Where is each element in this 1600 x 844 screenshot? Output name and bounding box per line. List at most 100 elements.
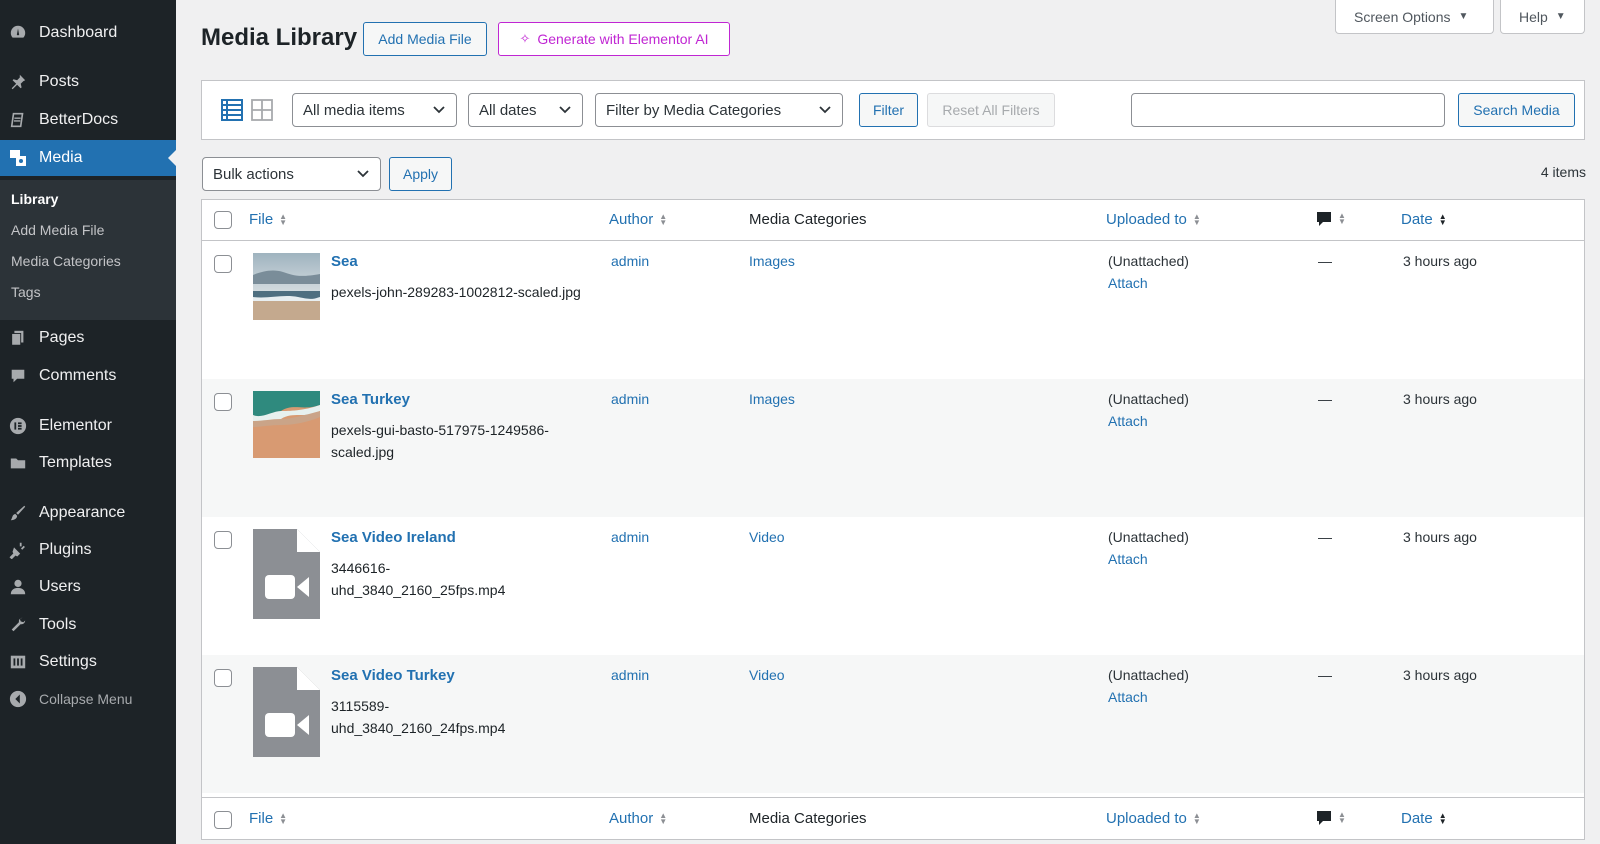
bulk-actions-select[interactable]: Bulk actions <box>202 157 381 191</box>
submenu-tags[interactable]: Tags <box>11 284 41 300</box>
menu-label: Settings <box>39 653 97 670</box>
submenu-library[interactable]: Library <box>11 191 58 207</box>
column-label: File <box>249 211 274 228</box>
grid-view-icon[interactable] <box>251 99 273 121</box>
elementor-icon <box>8 416 28 436</box>
media-categories-select[interactable]: Filter by Media Categories <box>595 93 843 127</box>
column-comments[interactable]: ▲ ▼ <box>1316 211 1346 227</box>
dates-select[interactable]: All dates <box>468 93 583 127</box>
chevron-down-icon <box>559 106 571 114</box>
submenu-add-media-file[interactable]: Add Media File <box>11 222 104 238</box>
uploaded-status: (Unattached) <box>1108 667 1189 683</box>
filter-button[interactable]: Filter <box>859 93 918 127</box>
sort-desc-icon: ▲ ▼ <box>1438 810 1447 826</box>
column-uploaded-to[interactable]: Uploaded to ▲ ▼ <box>1106 810 1201 827</box>
column-file[interactable]: File ▲ ▼ <box>249 211 287 228</box>
sort-icon: ▲ ▼ <box>659 211 668 227</box>
attach-link[interactable]: Attach <box>1108 275 1148 291</box>
menu-item-templates[interactable]: Templates <box>0 445 176 481</box>
file-name: pexels-john-289283-1002812-scaled.jpg <box>331 284 581 300</box>
menu-item-betterdocs[interactable]: BetterDocs <box>0 102 176 138</box>
menu-item-settings[interactable]: Settings <box>0 644 176 680</box>
category-link[interactable]: Images <box>749 391 795 407</box>
column-file[interactable]: File ▲ ▼ <box>249 810 287 827</box>
sort-icon: ▲ ▼ <box>1192 810 1201 826</box>
admin-sidebar: Dashboard Posts BetterDocs Media Library… <box>0 0 176 844</box>
column-label: Date <box>1401 810 1433 827</box>
file-name: pexels-gui-basto-517975-1249586-scaled.j… <box>331 422 549 460</box>
menu-item-users[interactable]: Users <box>0 569 176 605</box>
media-title-link[interactable]: Sea Video Turkey <box>331 667 455 684</box>
media-type-select[interactable]: All media items <box>292 93 457 127</box>
author-link[interactable]: admin <box>611 391 649 407</box>
collapse-menu-button[interactable]: Collapse Menu <box>0 681 176 717</box>
media-submenu: Library Add Media File Media Categories … <box>0 180 176 320</box>
column-date[interactable]: Date ▲ ▼ <box>1401 810 1447 827</box>
help-tab[interactable]: Help ▼ <box>1500 0 1585 34</box>
chevron-down-icon <box>357 170 369 178</box>
thumbnail-sea[interactable] <box>253 253 320 320</box>
sort-desc-icon: ▲ ▼ <box>1438 211 1447 227</box>
row-checkbox[interactable] <box>214 531 232 549</box>
comment-count: — <box>1318 667 1332 683</box>
author-link[interactable]: admin <box>611 529 649 545</box>
menu-item-elementor[interactable]: Elementor <box>0 408 176 444</box>
author-link[interactable]: admin <box>611 667 649 683</box>
column-comments[interactable]: ▲ ▼ <box>1316 810 1346 826</box>
media-title-link[interactable]: Sea Turkey <box>331 391 410 408</box>
attach-link[interactable]: Attach <box>1108 413 1148 429</box>
docs-icon <box>8 110 28 130</box>
author-link[interactable]: admin <box>611 253 649 269</box>
menu-item-pages[interactable]: Pages <box>0 320 176 356</box>
menu-item-plugins[interactable]: Plugins <box>0 532 176 568</box>
submenu-media-categories[interactable]: Media Categories <box>11 253 121 269</box>
menu-item-appearance[interactable]: Appearance <box>0 495 176 531</box>
video-file-icon[interactable] <box>253 529 320 619</box>
comment-icon <box>1317 212 1331 226</box>
apply-button[interactable]: Apply <box>389 157 452 191</box>
menu-label: Plugins <box>39 541 92 558</box>
menu-item-posts[interactable]: Posts <box>0 64 176 100</box>
thumbnail-sea-turkey[interactable] <box>253 391 320 458</box>
menu-item-dashboard[interactable]: Dashboard <box>0 15 176 51</box>
column-label: File <box>249 810 274 827</box>
media-title-link[interactable]: Sea Video Ireland <box>331 529 456 546</box>
screen-options-tab[interactable]: Screen Options ▼ <box>1335 0 1494 34</box>
media-title-link[interactable]: Sea <box>331 253 358 270</box>
row-checkbox[interactable] <box>214 393 232 411</box>
menu-label: Appearance <box>39 504 126 521</box>
sort-icon: ▲ ▼ <box>1338 810 1346 825</box>
search-input[interactable] <box>1131 93 1445 127</box>
search-media-button[interactable]: Search Media <box>1458 93 1575 127</box>
menu-label: BetterDocs <box>39 111 119 128</box>
category-link[interactable]: Video <box>749 529 785 545</box>
menu-label: Media <box>39 149 83 166</box>
column-author[interactable]: Author ▲ ▼ <box>609 810 667 827</box>
row-checkbox[interactable] <box>214 669 232 687</box>
file-name: 3446616-uhd_3840_2160_25fps.mp4 <box>331 560 506 598</box>
page-title: Media Library <box>201 24 358 51</box>
settings-icon <box>8 652 28 672</box>
sort-icon: ▲ ▼ <box>1192 211 1201 227</box>
select-all-checkbox[interactable] <box>214 211 232 229</box>
video-file-icon[interactable] <box>253 667 320 757</box>
attach-link[interactable]: Attach <box>1108 689 1148 705</box>
row-checkbox[interactable] <box>214 255 232 273</box>
menu-item-tools[interactable]: Tools <box>0 607 176 643</box>
column-date[interactable]: Date ▲ ▼ <box>1401 211 1447 228</box>
column-uploaded-to[interactable]: Uploaded to ▲ ▼ <box>1106 211 1201 228</box>
attach-link[interactable]: Attach <box>1108 551 1148 567</box>
list-view-icon[interactable] <box>221 99 243 121</box>
plug-icon <box>8 540 28 560</box>
media-table: File ▲ ▼ Author ▲ ▼ Media Categories Uploa… <box>201 199 1585 840</box>
caret-down-icon: ▼ <box>1458 11 1469 22</box>
menu-item-media[interactable]: Media <box>0 140 176 176</box>
generate-ai-button[interactable]: ✧ Generate with Elementor AI <box>498 22 730 56</box>
add-media-file-button[interactable]: Add Media File <box>363 22 487 56</box>
select-all-checkbox[interactable] <box>214 811 232 829</box>
category-link[interactable]: Images <box>749 253 795 269</box>
reset-filters-button[interactable]: Reset All Filters <box>927 93 1055 127</box>
menu-item-comments[interactable]: Comments <box>0 358 176 394</box>
category-link[interactable]: Video <box>749 667 785 683</box>
column-author[interactable]: Author ▲ ▼ <box>609 211 667 228</box>
